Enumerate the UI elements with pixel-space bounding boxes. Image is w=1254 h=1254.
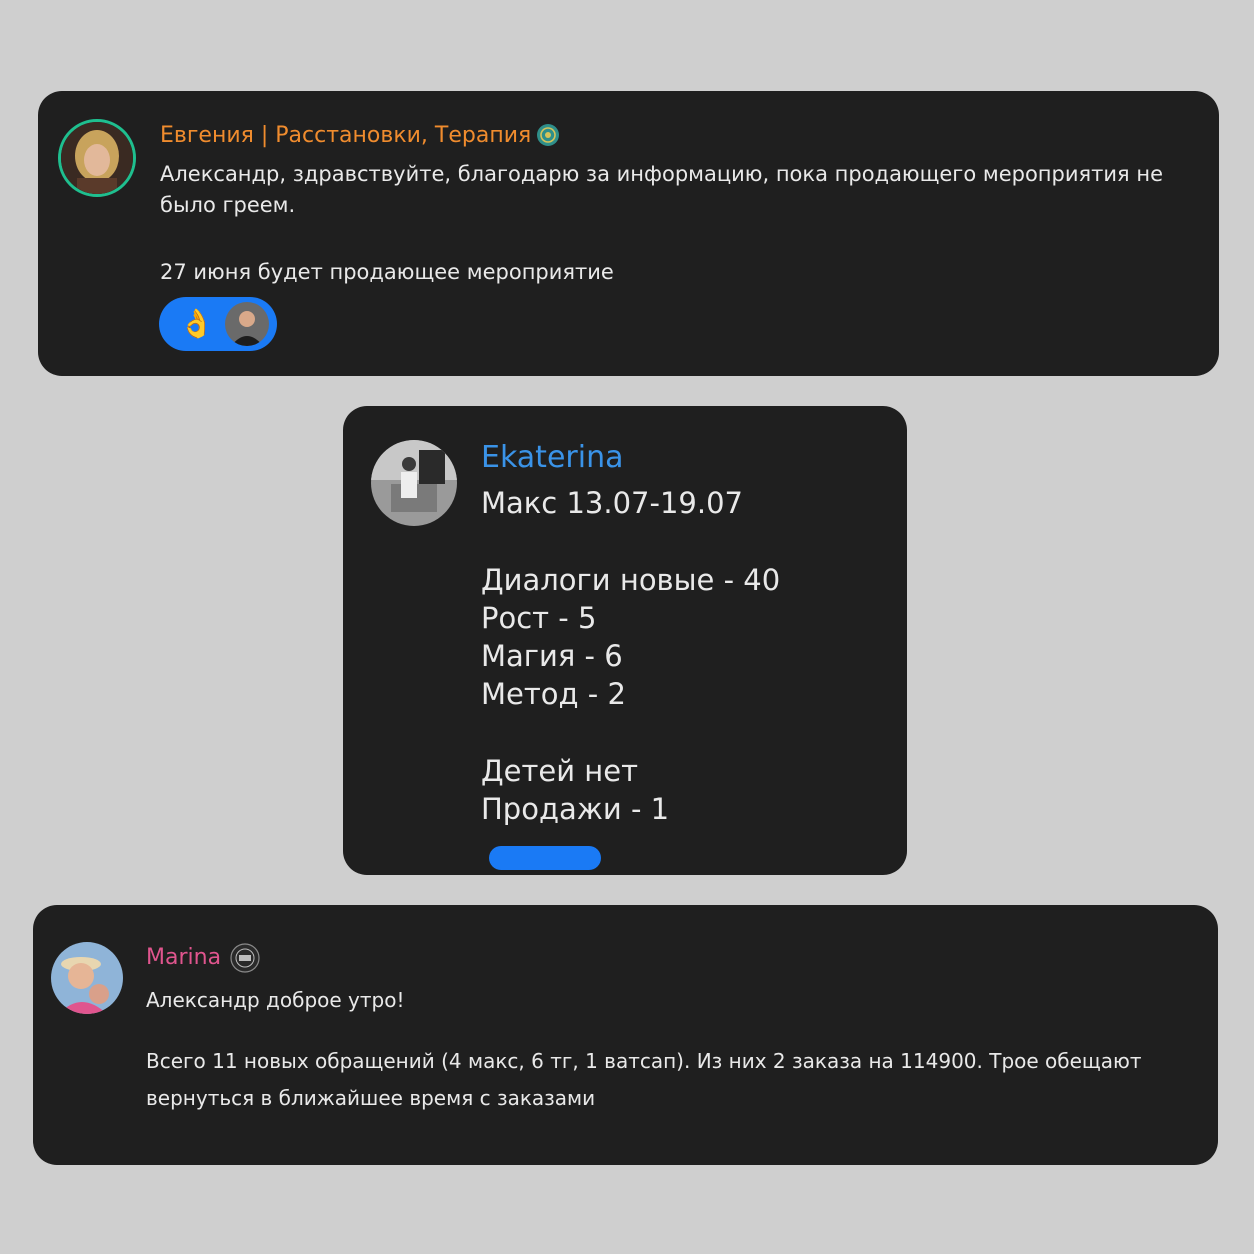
verified-seal-icon <box>536 123 560 147</box>
author-name[interactable]: Marina <box>146 945 221 970</box>
message-line: Всего 11 новых обращений (4 макс, 6 тг, … <box>146 1049 1142 1110</box>
message-line <box>481 714 881 752</box>
message-text: Александр доброе утро! Всего 11 новых об… <box>146 982 1208 1117</box>
message-line: Метод - 2 <box>481 677 626 712</box>
author-name[interactable]: Ekaterina <box>481 440 623 475</box>
avatar[interactable] <box>58 119 136 197</box>
message-line <box>481 522 881 560</box>
message-card-ekaterina: Ekaterina Макс 13.07-19.07 Диалоги новые… <box>343 406 907 875</box>
message-line: Макс 13.07-19.07 <box>481 486 743 520</box>
ok-hand-icon: 👌 <box>179 307 214 340</box>
message-text: Макс 13.07-19.07 Диалоги новые - 40 Рост… <box>481 484 881 829</box>
avatar[interactable] <box>51 942 123 1014</box>
author-name[interactable]: Евгения | Расстановки, Терапия <box>160 123 531 148</box>
message-line: Продажи - 1 <box>481 792 670 827</box>
message-line: Диалоги новые - 40 <box>481 562 781 597</box>
message-line: Александр, здравствуйте, благодарю за ин… <box>160 162 1163 217</box>
community-badge-icon <box>230 943 260 973</box>
message-line: Магия - 6 <box>481 639 623 674</box>
avatar[interactable] <box>371 440 457 526</box>
reactor-avatar <box>225 302 269 346</box>
message-text: Александр, здравствуйте, благодарю за ин… <box>160 159 1200 288</box>
message-line: Детей нет <box>481 754 638 789</box>
message-card-marina: Marina Александр доброе утро! Всего 11 н… <box>33 905 1218 1165</box>
message-line: 27 июня будет продающее мероприятие <box>160 260 614 284</box>
message-card-evgenia: Евгения | Расстановки, Терапия Александр… <box>38 91 1219 376</box>
message-line: Александр доброе утро! <box>146 988 405 1012</box>
reaction-pill-partial[interactable] <box>489 846 601 870</box>
reaction-pill[interactable]: 👌 <box>159 297 277 351</box>
message-line: Рост - 5 <box>481 600 597 635</box>
